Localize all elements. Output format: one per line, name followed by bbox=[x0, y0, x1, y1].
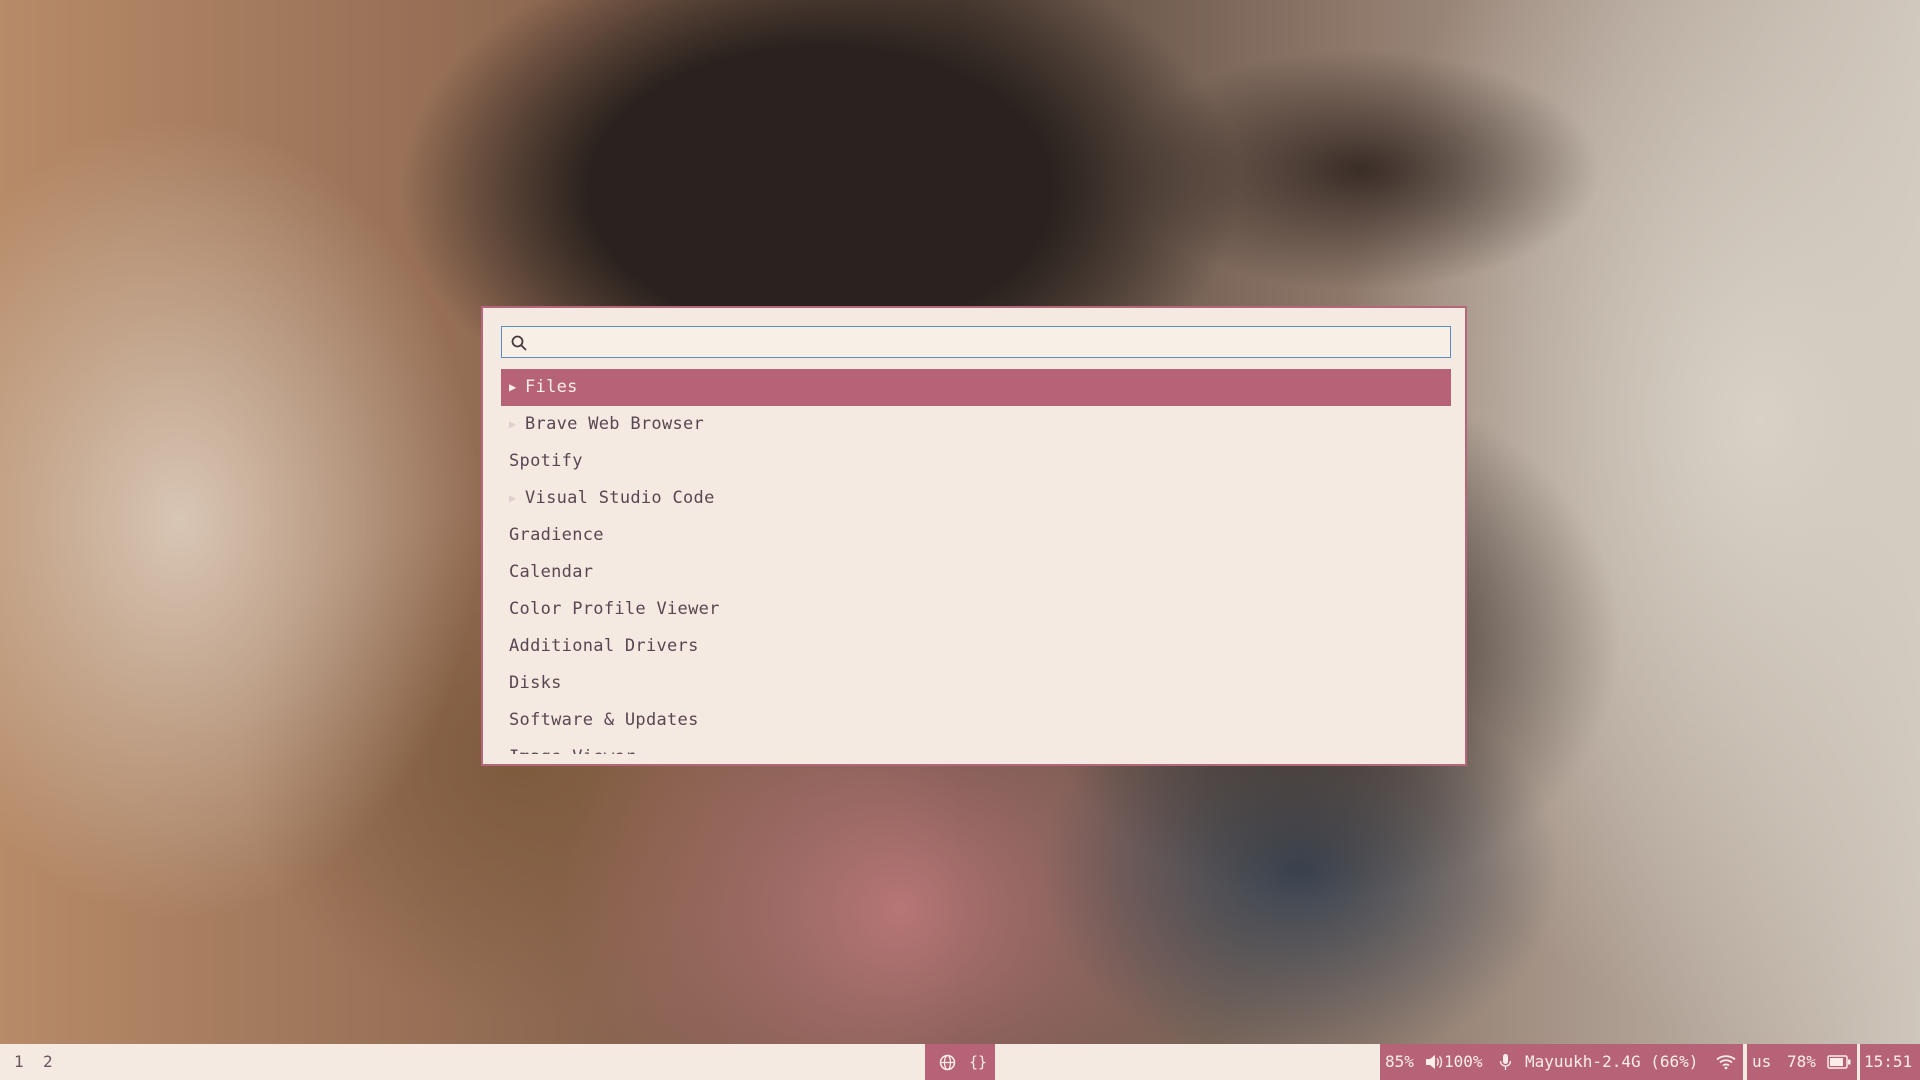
wifi-network-label: Mayuukh-2.4G (66%) bbox=[1525, 1052, 1699, 1071]
expand-arrow-icon[interactable]: ▶ bbox=[509, 480, 517, 517]
network-module[interactable]: Mayuukh-2.4G (66%) bbox=[1520, 1044, 1743, 1080]
app-item-calendar[interactable]: Calendar bbox=[501, 554, 1451, 591]
clock: 15:51 bbox=[1864, 1052, 1913, 1071]
app-item-label: Color Profile Viewer bbox=[509, 599, 720, 619]
app-item-brave[interactable]: ▶ Brave Web Browser bbox=[501, 406, 1451, 443]
microphone-icon bbox=[1499, 1054, 1512, 1070]
app-item-label: Calendar bbox=[509, 562, 594, 582]
app-item-label: Disks bbox=[509, 673, 562, 693]
app-launcher: ▶ Files ▶ Brave Web Browser Spotify ▶ Vi… bbox=[481, 306, 1467, 766]
app-item-label: Gradience bbox=[509, 525, 604, 545]
search-input[interactable] bbox=[532, 329, 1442, 357]
taskbar: 1 2 {} 85% 100% Mayuukh-2.4G (66%) us 78… bbox=[0, 1044, 1920, 1080]
tray-center: {} bbox=[925, 1044, 995, 1080]
app-item-label: Additional Drivers bbox=[509, 636, 699, 656]
app-item-color-profile-viewer[interactable]: Color Profile Viewer bbox=[501, 591, 1451, 628]
workspace-1[interactable]: 1 bbox=[14, 1044, 24, 1080]
globe-icon[interactable] bbox=[939, 1054, 956, 1071]
expand-arrow-icon[interactable]: ▶ bbox=[509, 406, 517, 443]
app-item-image-viewer[interactable]: Image Viewer bbox=[501, 739, 1451, 754]
app-item-spotify[interactable]: Spotify bbox=[501, 443, 1451, 480]
volume-icon bbox=[1426, 1055, 1443, 1069]
app-item-label: Software & Updates bbox=[509, 710, 699, 730]
app-list: ▶ Files ▶ Brave Web Browser Spotify ▶ Vi… bbox=[501, 369, 1451, 754]
app-item-files[interactable]: ▶ Files bbox=[501, 369, 1451, 406]
brightness-volume-module[interactable]: 85% 100% bbox=[1380, 1044, 1520, 1080]
app-item-software-updates[interactable]: Software & Updates bbox=[501, 702, 1451, 739]
brightness-value: 85% bbox=[1385, 1052, 1414, 1071]
expand-arrow-icon[interactable]: ▶ bbox=[509, 369, 517, 406]
app-item-gradience[interactable]: Gradience bbox=[501, 517, 1451, 554]
braces-icon[interactable]: {} bbox=[969, 1044, 987, 1080]
battery-icon bbox=[1827, 1055, 1851, 1069]
wifi-icon bbox=[1716, 1055, 1736, 1070]
app-item-label: Spotify bbox=[509, 451, 583, 471]
keyboard-layout[interactable]: us bbox=[1752, 1044, 1771, 1080]
battery-value: 78% bbox=[1787, 1052, 1816, 1071]
app-item-additional-drivers[interactable]: Additional Drivers bbox=[501, 628, 1451, 665]
clock-module[interactable]: 15:51 bbox=[1860, 1044, 1920, 1080]
app-item-label: Brave Web Browser bbox=[525, 414, 705, 434]
app-item-vscode[interactable]: ▶ Visual Studio Code bbox=[501, 480, 1451, 517]
keyboard-battery-module[interactable]: us 78% bbox=[1747, 1044, 1857, 1080]
app-item-label: Image Viewer bbox=[509, 739, 635, 754]
app-item-label: Files bbox=[525, 377, 578, 397]
app-item-disks[interactable]: Disks bbox=[501, 665, 1451, 702]
app-item-label: Visual Studio Code bbox=[525, 488, 715, 508]
workspace-2[interactable]: 2 bbox=[43, 1044, 53, 1080]
search-icon bbox=[511, 335, 527, 351]
volume-value: 100% bbox=[1444, 1052, 1483, 1071]
search-field[interactable] bbox=[501, 326, 1451, 358]
